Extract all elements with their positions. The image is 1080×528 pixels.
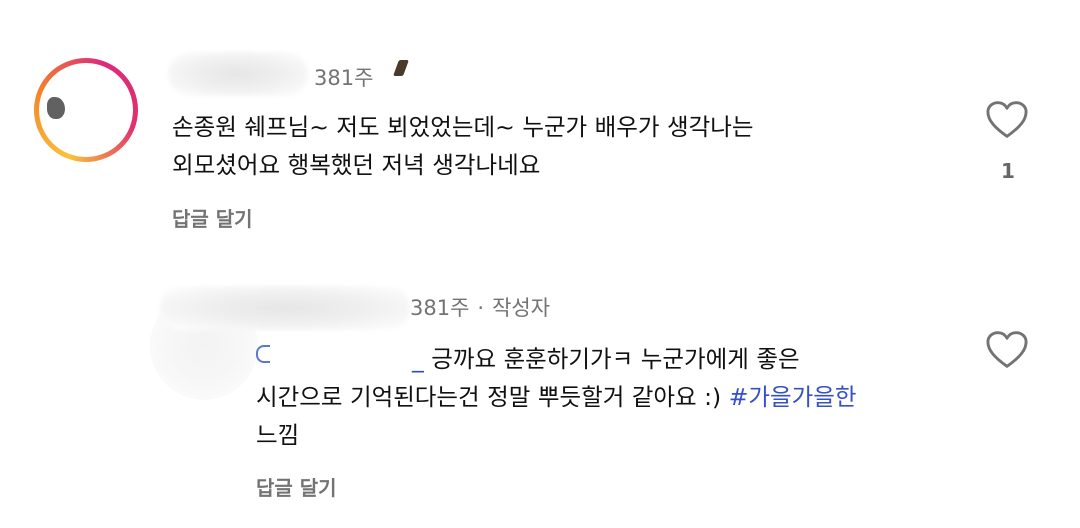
comment-text-plain: 시간으로 기억된다는건 정말 뿌듯할거 같아요 :)	[256, 383, 729, 411]
mention-link[interactable]: _	[256, 345, 424, 373]
mention-redacted	[256, 345, 412, 367]
comment-text-line2: 외모셨어요 행복했던 저녁 생각나네요	[172, 151, 541, 179]
comment-text-line3: 느낌	[256, 421, 300, 449]
meta-separator: ·	[477, 296, 485, 320]
username-redacted[interactable]	[168, 52, 308, 96]
username-redacted[interactable]	[160, 286, 410, 330]
comment-1: 381주 손종원 쉐프님~ 저도 뵈었었는데~ 누군가 배우가 생각나는 외모셨…	[0, 0, 1080, 250]
comment-2-reply: 381주 · 작성자 _ 긍까요 훈훈하기가ㅋ 누군가에게 좋은 시간으로 기억된다…	[0, 270, 1080, 528]
avatar-blot	[47, 97, 65, 119]
author-badge: 작성자	[492, 296, 551, 320]
comment-age: 381주	[410, 296, 470, 320]
comment-text-line2: 시간으로 기억된다는건 정말 뿌듯할거 같아요 :) #가을가을한	[256, 378, 856, 416]
heart-outline-icon[interactable]	[985, 100, 1029, 140]
redaction-mark	[393, 60, 409, 76]
comment-text-line1: _ 긍까요 훈훈하기가ㅋ 누군가에게 좋은	[256, 340, 856, 378]
comment-age: 381주	[314, 66, 374, 90]
hashtag-link[interactable]: #가을가을한	[729, 383, 857, 411]
avatar-image	[39, 63, 133, 157]
comment-text-line1: 손종원 쉐프님~ 저도 뵈었었는데~ 누군가 배우가 생각나는	[172, 113, 754, 141]
reply-button[interactable]: 답글 달기	[172, 203, 253, 232]
reply-button[interactable]: 답글 달기	[256, 472, 337, 501]
mention-fragment	[256, 345, 270, 363]
comment-meta: 381주	[314, 62, 373, 92]
like-count: 1	[1001, 159, 1015, 183]
heart-outline-icon[interactable]	[985, 330, 1029, 370]
comment-text: 손종원 쉐프님~ 저도 뵈었었는데~ 누군가 배우가 생각나는 외모셨어요 행복…	[172, 108, 753, 184]
avatar[interactable]	[34, 58, 138, 162]
comment-text: _ 긍까요 훈훈하기가ㅋ 누군가에게 좋은 시간으로 기억된다는건 정말 뿌듯할…	[256, 340, 856, 454]
comment-meta: 381주 · 작성자	[410, 292, 550, 322]
mention-tail: _	[412, 345, 424, 373]
comment-text-rest: 긍까요 훈훈하기가ㅋ 누군가에게 좋은	[431, 345, 800, 373]
